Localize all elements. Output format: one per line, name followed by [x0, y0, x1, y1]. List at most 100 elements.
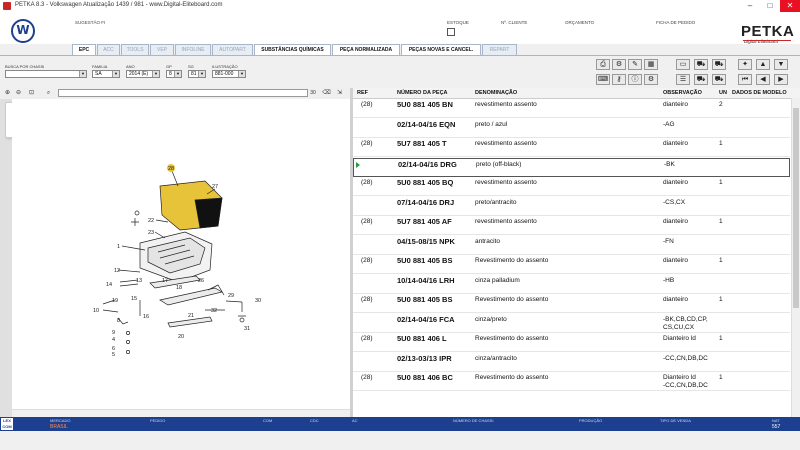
first-icon[interactable]: ⏮	[738, 74, 752, 85]
table-row[interactable]: 07/14-04/16 DRJ preto/antracito -CS,CX	[353, 197, 790, 216]
parts-icon[interactable]: ⚙	[612, 59, 626, 70]
table-row[interactable]: (28) 5U0 881 406 L Revestimento do assento…	[353, 333, 790, 353]
table-row[interactable]: (28) 5U7 881 405 AF revestimento assento di…	[353, 216, 790, 236]
arrow-up-icon[interactable]: ▲	[756, 59, 770, 70]
search-icon[interactable]: ⌕	[44, 89, 53, 98]
callout-31[interactable]: 31	[244, 326, 250, 332]
table-row[interactable]: 02/13-03/13 IPR cinza/antracito -CC,CN,DB,…	[353, 353, 790, 372]
exploded-diagram[interactable]: 28 27 22 23 1 12 13 14 19 10 15 8 16 17 …	[12, 99, 350, 417]
col-dados[interactable]: DADOS DE MODELO	[732, 90, 787, 96]
callout-23[interactable]: 23	[148, 230, 154, 236]
table-row[interactable]: 02/14-04/16 EQN preto / azul -AG	[353, 119, 790, 138]
callout-27[interactable]: 27	[212, 184, 218, 190]
callout-32[interactable]: 32	[211, 308, 217, 314]
tab-infoline[interactable]: INFOLINE	[175, 44, 211, 55]
grid-vscrollbar[interactable]	[791, 98, 800, 417]
seat-rail-part[interactable]	[159, 287, 223, 306]
callout-13[interactable]: 13	[136, 278, 142, 284]
arrow-down-icon[interactable]: ▼	[774, 59, 788, 70]
table-row[interactable]: (28) 5U0 881 405 BS Revestimento do assent…	[353, 294, 790, 314]
keyboard-icon[interactable]: ⌨	[596, 74, 610, 85]
sg-select[interactable]: 81 ▼	[188, 70, 206, 78]
minimize-button[interactable]: –	[740, 0, 760, 12]
callout-16[interactable]: 16	[143, 314, 149, 320]
expand-icon[interactable]: ⇲	[335, 89, 344, 98]
chevron-down-icon[interactable]: ▼	[198, 71, 205, 77]
callout-21[interactable]: 21	[188, 313, 194, 319]
diagram-search-input[interactable]	[58, 89, 308, 97]
col-obs[interactable]: OBSERVAÇÃO	[663, 90, 702, 96]
estoque-checkbox[interactable]	[447, 28, 455, 36]
chevron-down-icon[interactable]: ▼	[174, 71, 181, 77]
callout-9[interactable]: 9	[112, 330, 115, 336]
wrench-icon[interactable]: ✎	[628, 59, 642, 70]
callout-22[interactable]: 22	[148, 218, 154, 224]
tab-substancias[interactable]: SUBSTÂNCIAS QUÍMICAS	[254, 44, 331, 55]
tab-peca-normalizada[interactable]: PEÇA NORMALIZADA	[332, 44, 400, 55]
chassi-search-input[interactable]: ▼	[5, 70, 87, 78]
callout-20[interactable]: 20	[178, 334, 184, 340]
clear-icon[interactable]: ⌫	[322, 89, 331, 98]
callout-29[interactable]: 29	[228, 293, 234, 299]
table-row[interactable]: 02/14-04/16 DRG preto (off-black) -BK	[353, 157, 790, 177]
callout-17[interactable]: 17	[162, 278, 168, 284]
callout-1[interactable]: 1	[117, 244, 120, 250]
table-row[interactable]: 04/15-08/15 NPK antracito -FN	[353, 236, 790, 255]
familia-select[interactable]: SA ▼	[92, 70, 120, 78]
col-den[interactable]: DENOMINAÇÃO	[475, 90, 517, 96]
callout-28[interactable]: 28	[168, 166, 174, 172]
cart-list-icon[interactable]: ⛟	[712, 74, 726, 85]
close-button[interactable]: ✕	[780, 0, 800, 12]
ano-select[interactable]: 2014 (E) ▼	[126, 70, 160, 78]
tab-vep[interactable]: VEP	[150, 44, 174, 55]
fit-icon[interactable]: ⊡	[27, 89, 36, 98]
callout-18[interactable]: 18	[176, 285, 182, 291]
info-icon[interactable]: ⓘ	[628, 74, 642, 85]
zoom-out-icon[interactable]: ⊖	[14, 89, 23, 98]
tab-repart[interactable]: REPART	[482, 44, 517, 55]
chevron-down-icon[interactable]: ▼	[112, 71, 119, 77]
gp-select[interactable]: 8 ▼	[166, 70, 182, 78]
tab-pecas-novas[interactable]: PEÇAS NOVAS E CANCEL.	[401, 44, 481, 55]
scroll-thumb[interactable]	[793, 108, 799, 308]
table-row[interactable]: (28) 5U0 881 405 BS Revestimento do assent…	[353, 255, 790, 275]
chevron-down-icon[interactable]: ▼	[152, 71, 159, 77]
gear-icon[interactable]: ⚙	[644, 74, 658, 85]
callout-4[interactable]: 4	[112, 337, 115, 343]
previous-icon[interactable]: ◀	[756, 74, 770, 85]
col-ref[interactable]: REF	[357, 90, 368, 96]
callout-8[interactable]: 8	[117, 318, 120, 324]
col-num[interactable]: NÚMERO DA PEÇA	[397, 90, 448, 96]
callout-30[interactable]: 30	[255, 298, 261, 304]
table-row[interactable]: 02/14-04/16 FCA cinza/preto -BK,CB,CD,CP, C…	[353, 314, 790, 333]
callout-10[interactable]: 10	[93, 308, 99, 314]
table-row[interactable]: (28) 5U0 881 406 BC Revestimento do assent…	[353, 372, 790, 392]
callout-14[interactable]: 14	[106, 282, 112, 288]
calculator-icon[interactable]: ▦	[644, 59, 658, 70]
cart-add-icon[interactable]: ⛟	[694, 59, 708, 70]
col-un[interactable]: UN	[719, 90, 727, 96]
callout-15[interactable]: 15	[131, 296, 137, 302]
chevron-down-icon[interactable]: ▼	[238, 71, 245, 77]
table-row[interactable]: (28) 5U0 881 405 BN revestimento assento di…	[353, 99, 790, 119]
table-row[interactable]: (28) 5U0 881 405 BQ revestimento assento di…	[353, 177, 790, 197]
callout-12[interactable]: 12	[114, 268, 120, 274]
ilustracao-select[interactable]: 881-000 ▼	[212, 70, 246, 78]
cart-remove-icon[interactable]: ⛟	[694, 74, 708, 85]
callout-19[interactable]: 19	[112, 298, 118, 304]
tab-acc[interactable]: ACC	[97, 44, 120, 55]
table-row[interactable]: (28) 5U7 881 405 T revestimento assento dia…	[353, 138, 790, 158]
zoom-in-icon[interactable]: ⊕	[3, 89, 12, 98]
table-row[interactable]: 10/14-04/16 LRH cinza palladium -HB	[353, 275, 790, 294]
chevron-down-icon[interactable]: ▼	[79, 71, 86, 77]
pin-icon[interactable]: ✦	[738, 59, 752, 70]
maximize-button[interactable]: □	[760, 0, 780, 12]
print-icon[interactable]: ⎙	[596, 59, 610, 70]
cart-icon[interactable]: ⛟	[712, 59, 726, 70]
card-icon[interactable]: ▭	[676, 59, 690, 70]
callout-26[interactable]: 26	[198, 278, 204, 284]
next-icon[interactable]: ▶	[774, 74, 788, 85]
callout-5[interactable]: 5	[112, 352, 115, 358]
tab-tools[interactable]: TOOLS	[121, 44, 149, 55]
tab-autopart[interactable]: AUTOPART	[212, 44, 253, 55]
